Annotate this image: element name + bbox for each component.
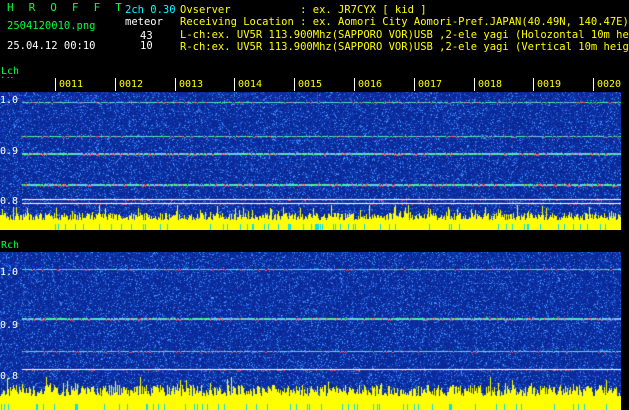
rch-y-label-1: 1.0 bbox=[0, 267, 19, 278]
meteor-label: meteor bbox=[125, 16, 163, 28]
rch-y-label-3: 0.8 bbox=[0, 371, 19, 382]
minute-tick bbox=[115, 78, 116, 91]
lch-y-label-1: 1.0 bbox=[0, 95, 19, 106]
meteor-count-r: 10 bbox=[140, 40, 153, 52]
minute-label: 0018 bbox=[478, 79, 503, 90]
datetime-label: 25.04.12 00:10 bbox=[7, 40, 96, 52]
lch-spectrogram: 0011 0012 0013 0014 0015 0016 0017 0018 0019 0020… bbox=[0, 78, 621, 230]
minute-label: 0012 bbox=[119, 79, 144, 90]
observer-label: Ovserver : ex. JR7CYX [ kid ] bbox=[180, 4, 427, 16]
minute-label: 0013 bbox=[179, 79, 204, 90]
minute-label: 0011 bbox=[59, 79, 84, 90]
minute-tick bbox=[593, 78, 594, 91]
filename-label: 2504120010.png bbox=[7, 20, 96, 32]
rch-spectrogram-canvas bbox=[0, 252, 621, 410]
minute-tick bbox=[533, 78, 534, 91]
minute-label: 0015 bbox=[298, 79, 323, 90]
minute-label: 0020 bbox=[597, 79, 621, 90]
rch-info-label: R-ch:ex. UV5R 113.900Mhz(SAPPORO VOR)USB… bbox=[180, 41, 629, 53]
minute-tick bbox=[474, 78, 475, 91]
app-title: H R O F F T bbox=[7, 1, 127, 14]
lch-y-label-2: 0.9 bbox=[0, 146, 19, 157]
minute-label: 0017 bbox=[418, 79, 443, 90]
rch-y-label-2: 0.9 bbox=[0, 320, 19, 331]
minute-label: 0019 bbox=[537, 79, 562, 90]
minute-tick bbox=[294, 78, 295, 91]
lch-spectrogram-canvas bbox=[0, 78, 621, 230]
minute-tick bbox=[234, 78, 235, 91]
minute-tick bbox=[414, 78, 415, 91]
lch-info-label: L-ch:ex. UV5R 113.900Mhz(SAPPORO VOR)USB… bbox=[180, 29, 629, 41]
minute-label: 0014 bbox=[238, 79, 263, 90]
location-label: Receiving Location : ex. Aomori City Aom… bbox=[180, 16, 629, 28]
minute-tick bbox=[55, 78, 56, 91]
rch-spectrogram: 1.0 0.9 0.8 bbox=[0, 252, 621, 410]
rch-label: Rch bbox=[1, 240, 20, 251]
minute-label: 0016 bbox=[358, 79, 383, 90]
mode-label: 2ch 0.30 bbox=[125, 4, 176, 16]
minute-tick bbox=[354, 78, 355, 91]
lch-y-label-3: 0.8 bbox=[0, 196, 19, 207]
minute-tick bbox=[175, 78, 176, 91]
